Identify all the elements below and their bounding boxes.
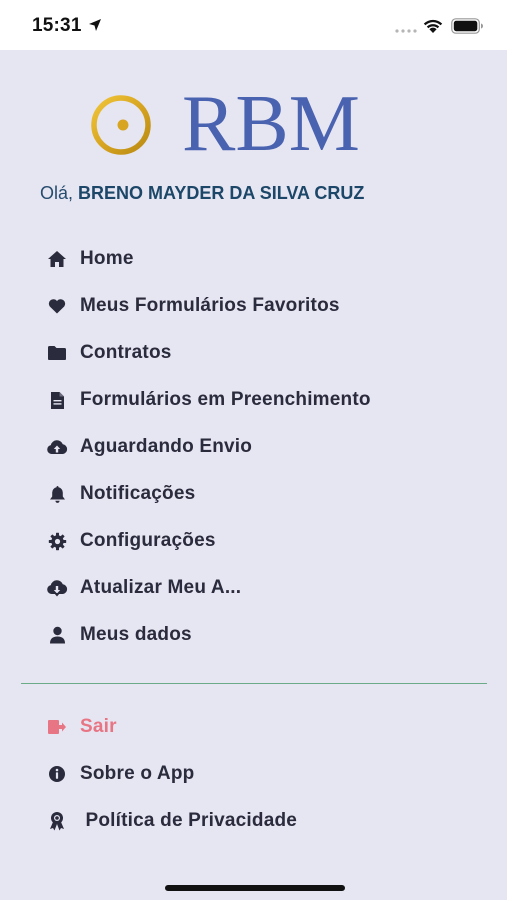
bell-icon xyxy=(46,484,68,504)
menu-item-my-data[interactable]: Meus dados xyxy=(46,619,192,651)
rbm-logo: RBM xyxy=(90,84,420,164)
menu-label-settings: Configurações xyxy=(80,530,216,551)
menu-item-settings[interactable]: Configurações xyxy=(46,525,216,557)
home-indicator[interactable] xyxy=(165,885,345,891)
menu-item-privacy-policy[interactable]: Política de Privacidade xyxy=(46,805,297,837)
gear-icon xyxy=(46,531,68,551)
user-name: BRENO MAYDER DA SILVA CRUZ xyxy=(78,183,365,203)
menu-label-notifications: Notificações xyxy=(80,483,196,504)
user-icon xyxy=(46,625,68,645)
menu-item-favorite-forms[interactable]: Meus Formulários Favoritos xyxy=(46,290,340,322)
menu-item-notifications[interactable]: Notificações xyxy=(46,478,195,510)
menu-label-update-app: Atualizar Meu A... xyxy=(80,577,242,598)
menu-label-my-data: Meus dados xyxy=(80,624,192,645)
logout-icon xyxy=(46,717,68,737)
status-bar: 15:31 xyxy=(0,0,507,50)
menu-item-contracts[interactable]: Contratos xyxy=(46,337,172,369)
cloud-upload-icon xyxy=(46,437,68,457)
menu-item-about-app[interactable]: Sobre o App xyxy=(46,758,194,790)
menu-item-forms-in-progress[interactable]: Formulários em Preenchimento xyxy=(46,384,371,416)
cellular-signal-icon xyxy=(395,29,417,33)
status-time: 15:31 xyxy=(32,15,82,36)
menu-item-logout[interactable]: Sair xyxy=(46,711,117,743)
folder-icon xyxy=(46,343,68,363)
greeting-prefix: Olá, xyxy=(40,183,74,203)
greeting: Olá, BRENO MAYDER DA SILVA CRUZ xyxy=(40,183,364,204)
heart-icon xyxy=(46,296,68,316)
menu-label-logout: Sair xyxy=(80,716,117,737)
menu-divider xyxy=(21,683,487,684)
menu-item-update-app[interactable]: Atualizar Meu A... xyxy=(46,572,241,604)
menu-item-awaiting-upload[interactable]: Aguardando Envio xyxy=(46,431,252,463)
menu-label-privacy-policy: Política de Privacidade xyxy=(80,810,298,831)
menu-label-favorite-forms: Meus Formulários Favoritos xyxy=(80,295,340,316)
file-icon xyxy=(46,390,68,410)
menu-label-awaiting-upload: Aguardando Envio xyxy=(80,436,253,457)
logo-ring-icon xyxy=(91,95,151,155)
battery-icon xyxy=(451,18,483,34)
cloud-download-icon xyxy=(46,578,68,598)
menu-item-home[interactable]: Home xyxy=(46,243,134,275)
menu-label-contracts: Contratos xyxy=(80,342,172,363)
logo-text: RBM xyxy=(182,80,360,168)
award-icon xyxy=(46,811,68,831)
wifi-icon xyxy=(423,19,443,33)
menu-label-forms-in-progress: Formulários em Preenchimento xyxy=(80,389,371,410)
menu-label-home: Home xyxy=(80,248,134,269)
menu-label-about-app: Sobre o App xyxy=(80,763,195,784)
home-icon xyxy=(46,249,68,269)
location-arrow-icon xyxy=(89,19,101,31)
info-icon xyxy=(46,764,68,784)
